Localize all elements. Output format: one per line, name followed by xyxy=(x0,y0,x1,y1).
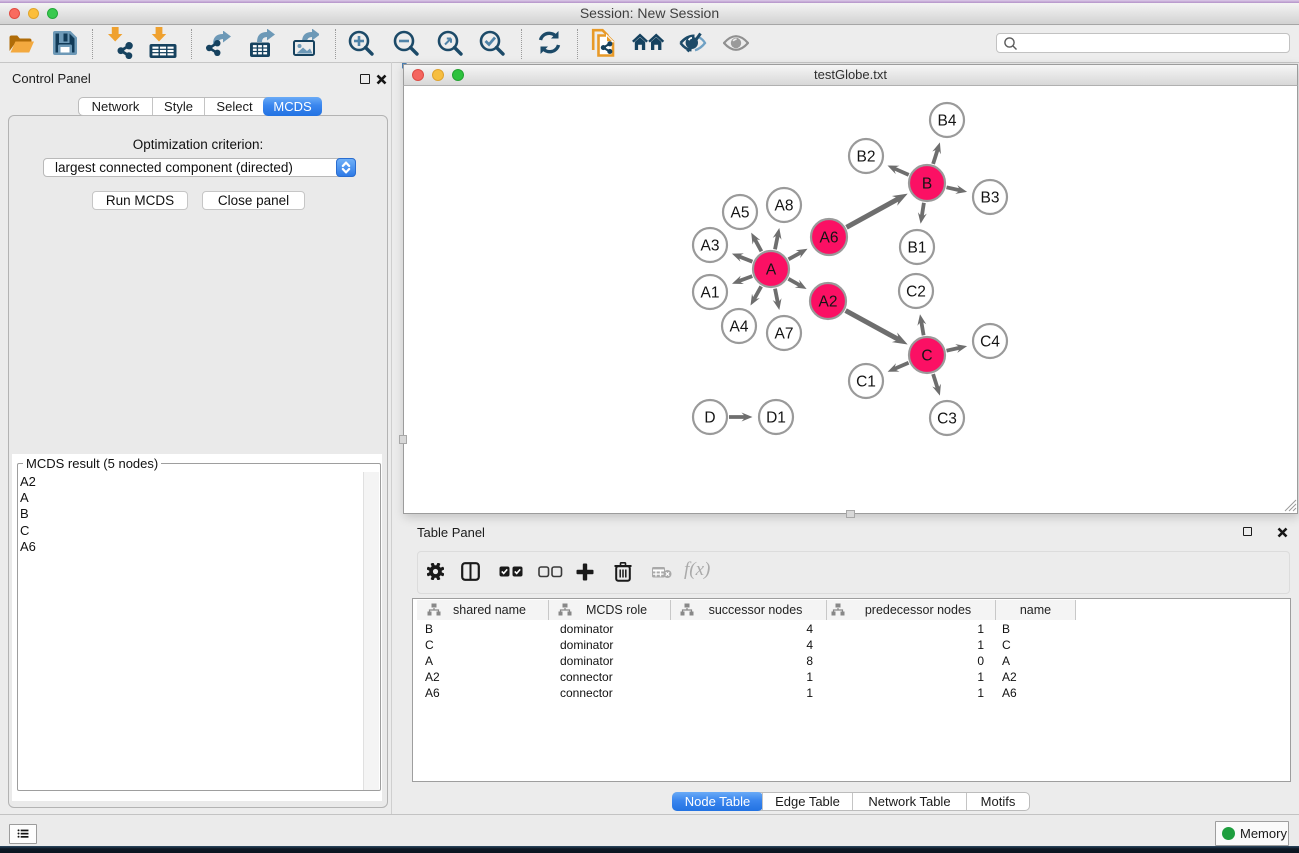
svg-text:C1: C1 xyxy=(856,374,876,391)
svg-text:D1: D1 xyxy=(766,410,786,427)
svg-text:C2: C2 xyxy=(906,284,926,301)
svg-text:B3: B3 xyxy=(981,190,1000,207)
svg-text:B4: B4 xyxy=(938,113,957,130)
svg-text:A: A xyxy=(766,262,777,279)
svg-text:C: C xyxy=(921,348,932,365)
svg-text:A5: A5 xyxy=(731,205,750,222)
svg-text:A6: A6 xyxy=(820,230,839,247)
svg-text:B2: B2 xyxy=(857,149,876,166)
svg-text:A2: A2 xyxy=(819,294,838,311)
svg-text:A7: A7 xyxy=(775,326,794,343)
svg-text:C3: C3 xyxy=(937,411,957,428)
svg-text:C4: C4 xyxy=(980,334,1000,351)
svg-text:B: B xyxy=(922,176,932,193)
svg-text:A8: A8 xyxy=(775,198,794,215)
svg-text:A3: A3 xyxy=(701,238,720,255)
svg-text:A4: A4 xyxy=(730,319,749,336)
svg-text:A1: A1 xyxy=(701,285,720,302)
svg-text:B1: B1 xyxy=(908,240,927,257)
svg-text:D: D xyxy=(704,410,715,427)
